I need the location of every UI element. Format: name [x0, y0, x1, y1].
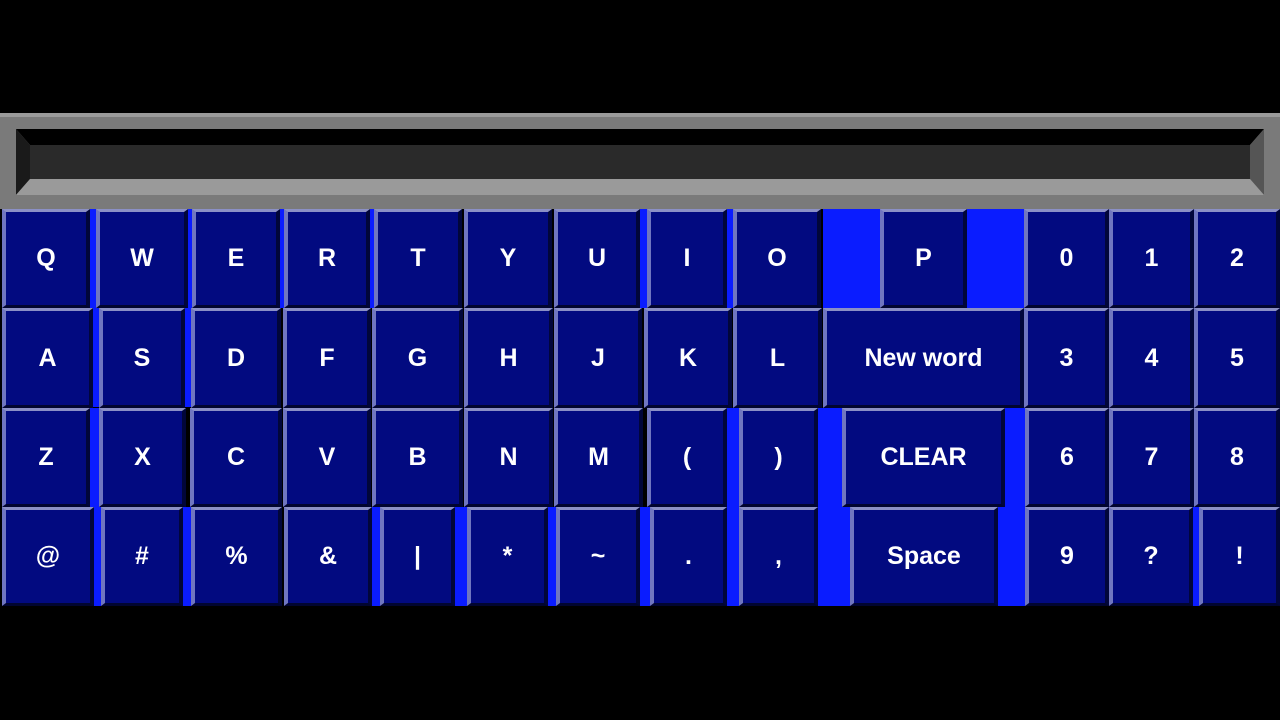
key-period[interactable]: . — [650, 507, 727, 606]
key-j[interactable]: J — [554, 308, 642, 408]
scan-highlight-row1-right — [967, 209, 1024, 308]
key-open-paren[interactable]: ( — [647, 408, 727, 507]
key-8[interactable]: 8 — [1194, 408, 1280, 507]
display-bevel-top — [16, 129, 1264, 145]
key-r[interactable]: R — [284, 209, 370, 308]
scan-highlight-row4-right — [998, 507, 1025, 606]
key-l[interactable]: L — [733, 308, 822, 408]
on-screen-keyboard-app: Q W E R T Y U I O P 0 1 2 A S D F G H J … — [0, 0, 1280, 720]
scan-highlight-row4-e — [94, 507, 101, 606]
key-p[interactable]: P — [880, 209, 967, 308]
key-comma[interactable]: , — [739, 507, 818, 606]
key-9[interactable]: 9 — [1025, 507, 1109, 606]
key-ampersand[interactable]: & — [284, 507, 372, 606]
key-close-paren[interactable]: ) — [739, 408, 818, 507]
key-hash[interactable]: # — [101, 507, 183, 606]
scan-highlight-row4-b — [727, 507, 739, 606]
key-o[interactable]: O — [733, 209, 821, 308]
key-n[interactable]: N — [464, 408, 553, 507]
scan-highlight-row3-a — [90, 408, 99, 507]
key-y[interactable]: Y — [464, 209, 552, 308]
key-v[interactable]: V — [283, 408, 371, 507]
scan-highlight-row4-g — [640, 507, 650, 606]
key-d[interactable]: D — [191, 308, 281, 408]
key-1[interactable]: 1 — [1109, 209, 1194, 308]
scan-highlight-row4-left — [818, 507, 850, 606]
key-g[interactable]: G — [372, 308, 463, 408]
scan-highlight-row3-left — [818, 408, 842, 507]
key-x[interactable]: X — [99, 408, 186, 507]
key-4[interactable]: 4 — [1109, 308, 1194, 408]
scan-highlight-row4-c — [372, 507, 380, 606]
key-pipe[interactable]: | — [380, 507, 455, 606]
space-button[interactable]: Space — [850, 507, 998, 606]
keyboard: Q W E R T Y U I O P 0 1 2 A S D F G H J … — [0, 209, 1280, 606]
key-q[interactable]: Q — [2, 209, 90, 308]
scan-highlight-row3-right — [1005, 408, 1025, 507]
key-f[interactable]: F — [283, 308, 371, 408]
key-exclamation[interactable]: ! — [1199, 507, 1280, 606]
key-2[interactable]: 2 — [1194, 209, 1280, 308]
text-display[interactable] — [30, 145, 1250, 179]
key-a[interactable]: A — [2, 308, 93, 408]
key-z[interactable]: Z — [2, 408, 90, 507]
key-tilde[interactable]: ~ — [556, 507, 640, 606]
new-word-button[interactable]: New word — [823, 308, 1024, 408]
key-percent[interactable]: % — [191, 507, 282, 606]
key-question[interactable]: ? — [1109, 507, 1193, 606]
key-e[interactable]: E — [192, 209, 280, 308]
key-s[interactable]: S — [99, 308, 185, 408]
key-h[interactable]: H — [464, 308, 553, 408]
key-0[interactable]: 0 — [1024, 209, 1109, 308]
key-7[interactable]: 7 — [1109, 408, 1194, 507]
key-c[interactable]: C — [190, 408, 282, 507]
scan-highlight-row4-d — [548, 507, 556, 606]
key-3[interactable]: 3 — [1024, 308, 1109, 408]
key-5[interactable]: 5 — [1194, 308, 1280, 408]
key-t[interactable]: T — [374, 209, 462, 308]
scan-highlight-row3-b — [727, 408, 739, 507]
clear-button[interactable]: CLEAR — [842, 408, 1005, 507]
key-m[interactable]: M — [554, 408, 643, 507]
key-asterisk[interactable]: * — [467, 507, 548, 606]
scan-highlight-row4-mid — [455, 507, 467, 606]
scan-highlight-row1-left — [823, 209, 880, 308]
key-6[interactable]: 6 — [1025, 408, 1109, 507]
key-w[interactable]: W — [96, 209, 188, 308]
key-at[interactable]: @ — [2, 507, 94, 606]
key-k[interactable]: K — [644, 308, 732, 408]
key-i[interactable]: I — [647, 209, 727, 308]
key-b[interactable]: B — [372, 408, 463, 507]
key-u[interactable]: U — [554, 209, 640, 308]
scan-highlight-row4-f — [183, 507, 191, 606]
text-display-frame — [0, 113, 1280, 209]
display-bevel-bottom — [16, 179, 1264, 195]
